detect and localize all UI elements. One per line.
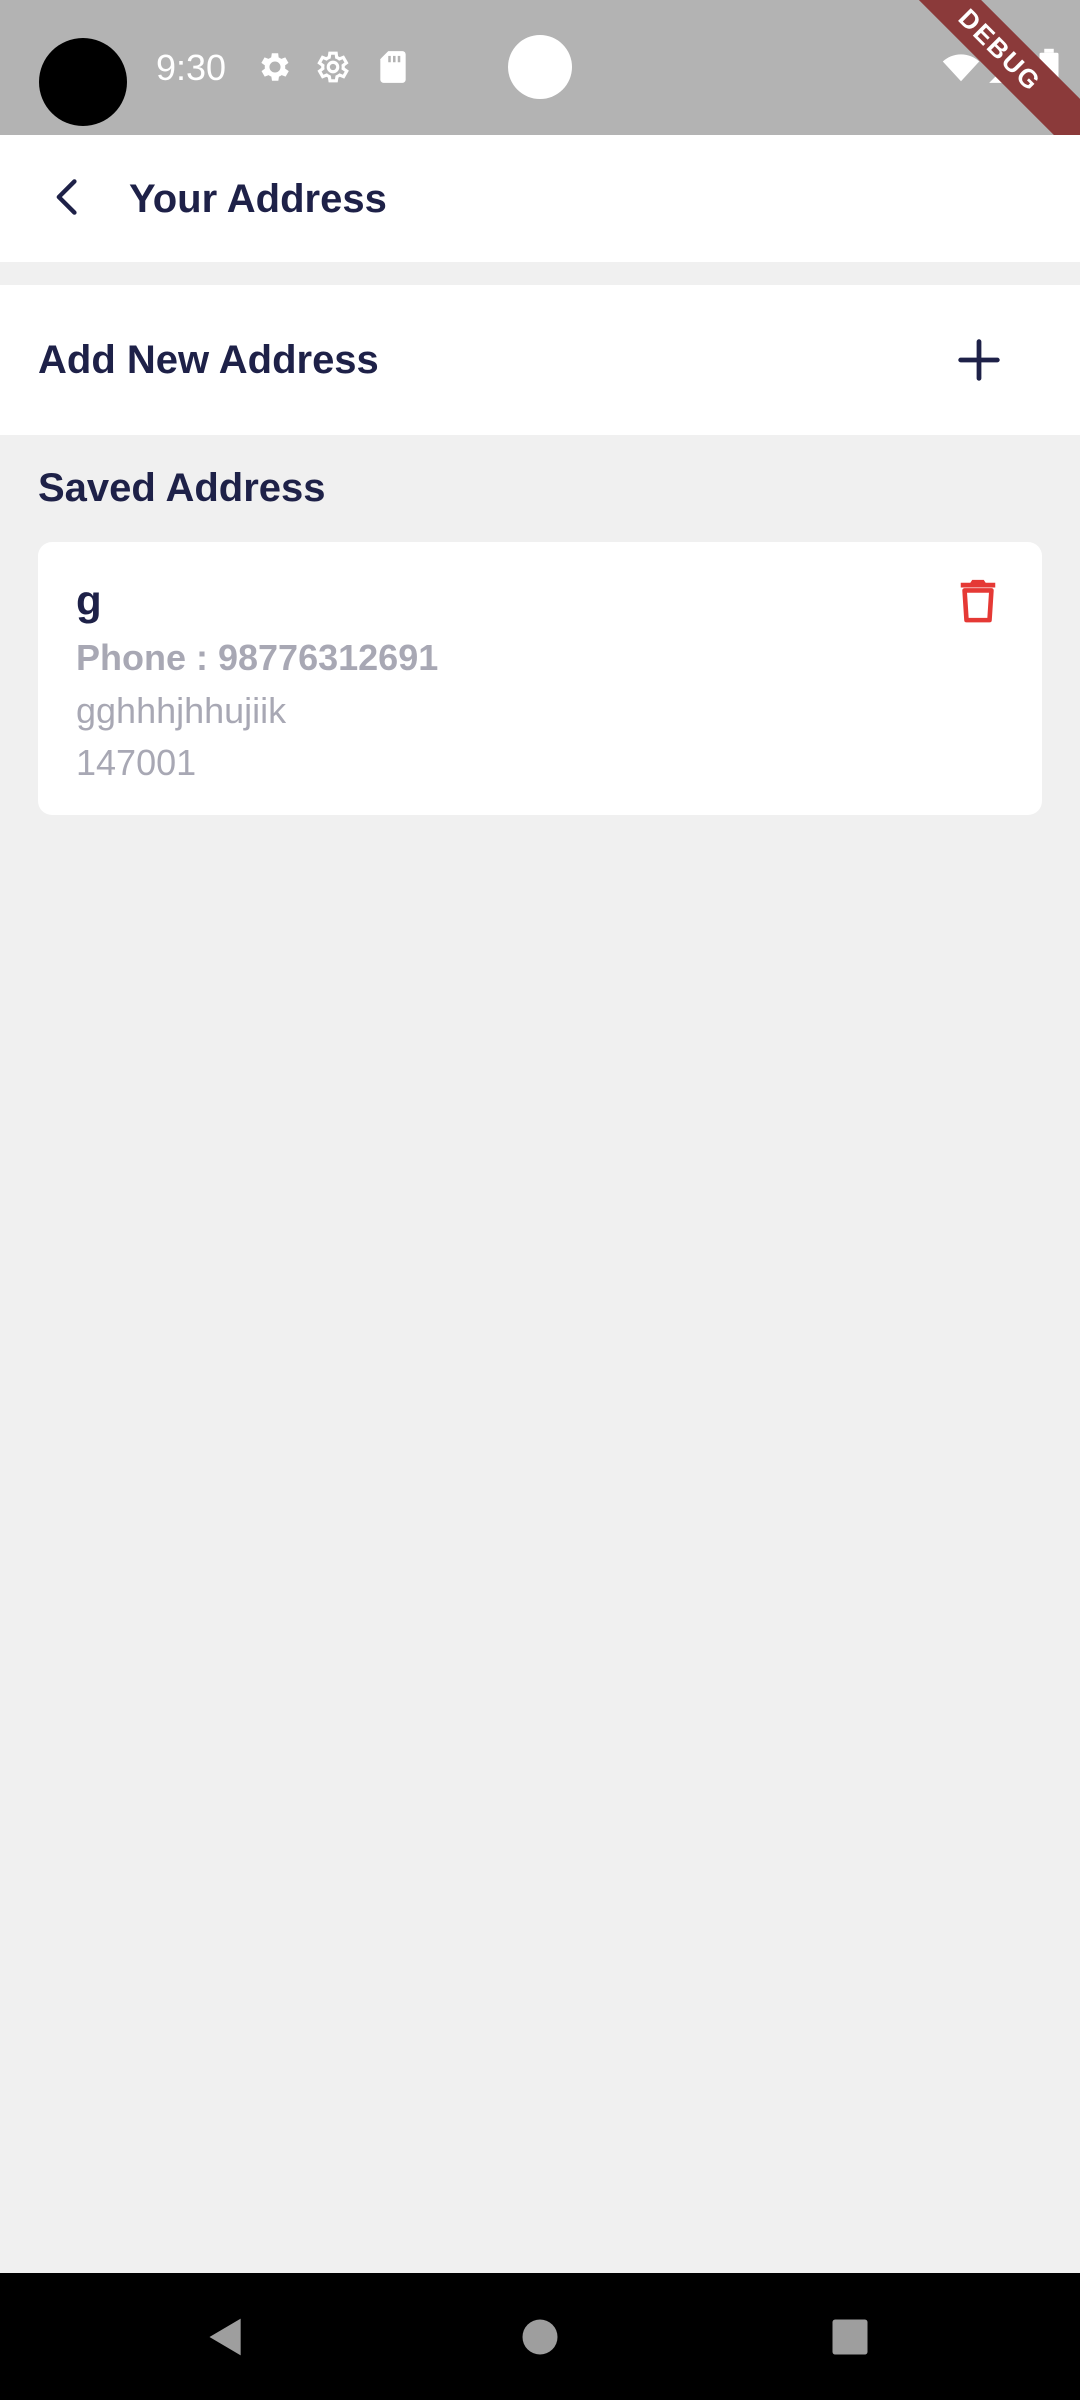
address-name: g bbox=[76, 577, 102, 624]
page-title: Your Address bbox=[129, 177, 387, 221]
trash-icon bbox=[960, 579, 996, 623]
status-bar: 9:30 DEBUG bbox=[0, 0, 1080, 135]
nav-back-button[interactable] bbox=[186, 2297, 266, 2377]
gear-icon bbox=[261, 53, 289, 81]
add-new-address-label: Add New Address bbox=[38, 338, 379, 382]
address-line: gghhhjhhujiik bbox=[76, 690, 287, 731]
recents-square-icon bbox=[832, 2319, 868, 2355]
saved-address-heading: Saved Address bbox=[38, 466, 326, 510]
status-time: 9:30 bbox=[156, 47, 227, 88]
chevron-left-icon bbox=[56, 179, 77, 215]
address-phone: Phone : 98776312691 bbox=[76, 637, 439, 678]
status-notification-dot bbox=[508, 35, 572, 99]
add-new-address-row[interactable]: Add New Address bbox=[0, 285, 1080, 435]
add-address-button[interactable] bbox=[944, 315, 1014, 405]
nav-home-button[interactable] bbox=[500, 2297, 580, 2377]
nav-recents-button[interactable] bbox=[810, 2297, 890, 2377]
app-bar: Your Address bbox=[0, 135, 1080, 262]
address-pincode: 147001 bbox=[76, 742, 197, 783]
navigation-bar bbox=[0, 2273, 1080, 2400]
delete-address-button[interactable] bbox=[948, 570, 1008, 630]
address-card[interactable]: g Phone : 98776312691 gghhhjhhujiik 1470… bbox=[38, 542, 1042, 815]
back-button[interactable] bbox=[28, 157, 108, 237]
home-circle-icon bbox=[522, 2319, 558, 2355]
camera-cutout bbox=[39, 38, 127, 126]
back-triangle-icon bbox=[209, 2318, 241, 2356]
sd-card-icon bbox=[380, 51, 406, 83]
settings-outline-icon bbox=[317, 51, 349, 83]
plus-icon bbox=[958, 339, 1000, 381]
